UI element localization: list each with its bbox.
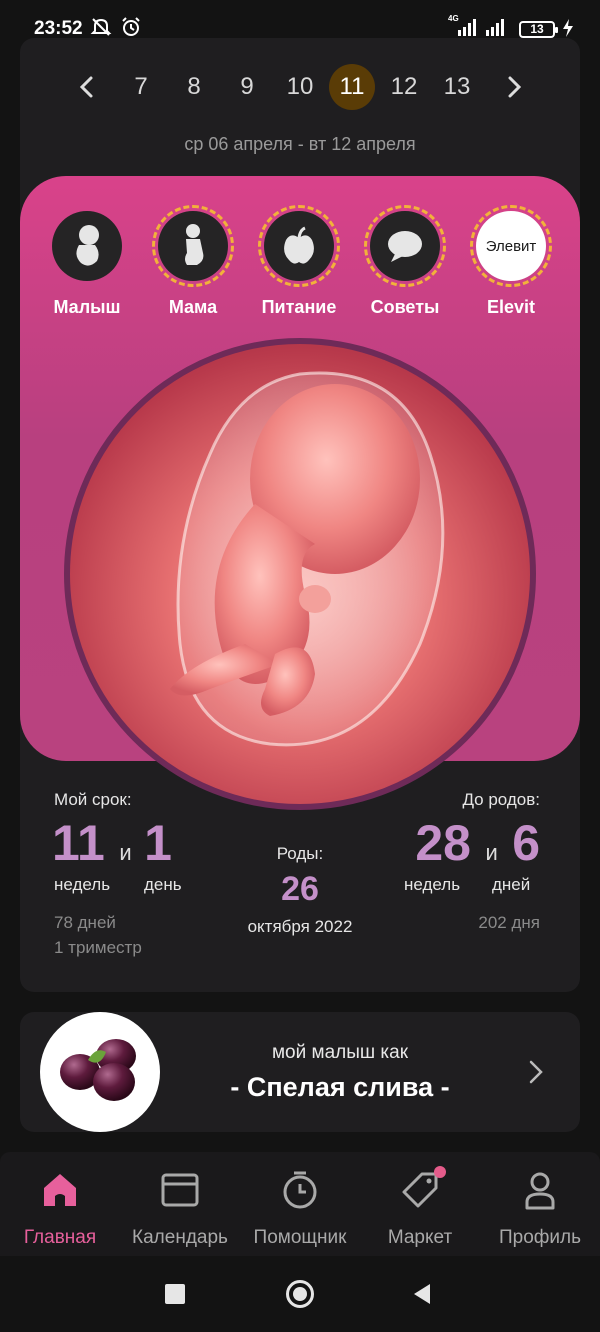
term-days-value: 1 [144,815,172,871]
term-and: и [119,840,132,865]
plum-image [40,1012,160,1132]
my-term-title: Мой срок: [54,790,132,809]
until-birth-value: 28 и 6 [350,814,540,872]
prev-week-button[interactable] [72,72,102,102]
nav-market[interactable]: Маркет [360,1166,480,1250]
calendar-icon [160,1170,200,1210]
term-days-unit: день [144,875,182,894]
tag-icon [400,1170,440,1210]
baby-size-card[interactable]: мой малыш как - Спелая слива - [20,1012,580,1132]
system-navigation-bar [0,1256,600,1332]
until-total-days: 202 дня [478,913,540,932]
back-button[interactable] [412,1282,432,1311]
term-value: 11 и 1 [52,814,172,872]
category-label: Советы [370,297,440,317]
nav-label: Календарь [132,1227,228,1248]
apple-icon [258,205,340,287]
profile-icon [520,1170,560,1210]
week-13[interactable]: 13 [434,64,480,110]
nav-label: Помощник [253,1227,347,1248]
baby-size-subtitle: мой малыш как [271,1042,409,1063]
term-weeks-value: 11 [52,815,105,871]
timer-icon [280,1170,320,1210]
birth-day: 26 [281,870,319,908]
until-weeks-unit: недель [404,875,461,894]
status-time: 23:52 [34,18,83,39]
category-label: Малыш [53,297,121,317]
category-label: Мама [168,297,218,317]
nav-label: Главная [23,1227,97,1248]
chat-icon [364,205,446,287]
nav-profile[interactable]: Профиль [480,1170,600,1250]
embryo-image [170,371,445,747]
next-week-button[interactable] [499,72,529,102]
week-12[interactable]: 12 [381,64,427,110]
category-label: Питание [261,297,337,317]
week-10[interactable]: 10 [277,64,323,110]
elevit-badge: Элевит [470,205,552,287]
until-birth-title: До родов: [462,790,540,809]
week-date-range: ср 06 апреля - вт 12 апреля [184,134,416,154]
home-icon [40,1170,80,1210]
week-9[interactable]: 9 [224,64,270,110]
elevit-logo-text: Элевит [485,237,537,255]
nav-calendar[interactable]: Календарь [120,1170,240,1250]
nav-assistant[interactable]: Помощник [240,1170,360,1250]
back-triangle-icon [414,1284,430,1304]
market-notification-dot [434,1166,446,1178]
until-days-value: 6 [512,815,540,871]
bottom-navigation: Главная Календарь Помощник Маркет Профил… [0,1152,600,1256]
category-label: Elevit [486,297,536,317]
baby-size-title: - Спелая слива - [230,1072,450,1102]
term-weeks-unit: недель [54,875,111,894]
embryo-illustration[interactable] [64,338,536,810]
term-total-days: 78 дней [54,913,116,932]
nav-home[interactable]: Главная [0,1170,120,1250]
chevron-right-icon[interactable] [526,1058,546,1091]
nav-label: Профиль [498,1227,582,1248]
birth-month-year: октября 2022 [247,917,353,936]
battery-indicator: 13 [519,21,558,38]
pregnancy-card: 7 8 9 10 11 12 13 ср 06 апреля - вт 12 а… [20,38,580,992]
until-days-unit: дней [492,875,531,894]
nav-label: Маркет [387,1227,453,1248]
baby-icon [52,211,122,281]
term-trimester: 1 триместр [54,938,142,957]
mother-icon [152,205,234,287]
until-weeks-value: 28 [415,815,471,871]
chevron-right-icon [508,76,522,98]
week-selector: 7 8 9 10 11 12 13 [20,60,580,116]
week-8[interactable]: 8 [171,64,217,110]
recent-apps-button[interactable] [165,1284,185,1304]
week-11-active[interactable]: 11 [329,64,375,110]
chevron-left-icon [79,76,93,98]
home-system-button[interactable] [286,1280,314,1308]
until-and: и [485,840,498,865]
week-7[interactable]: 7 [118,64,164,110]
